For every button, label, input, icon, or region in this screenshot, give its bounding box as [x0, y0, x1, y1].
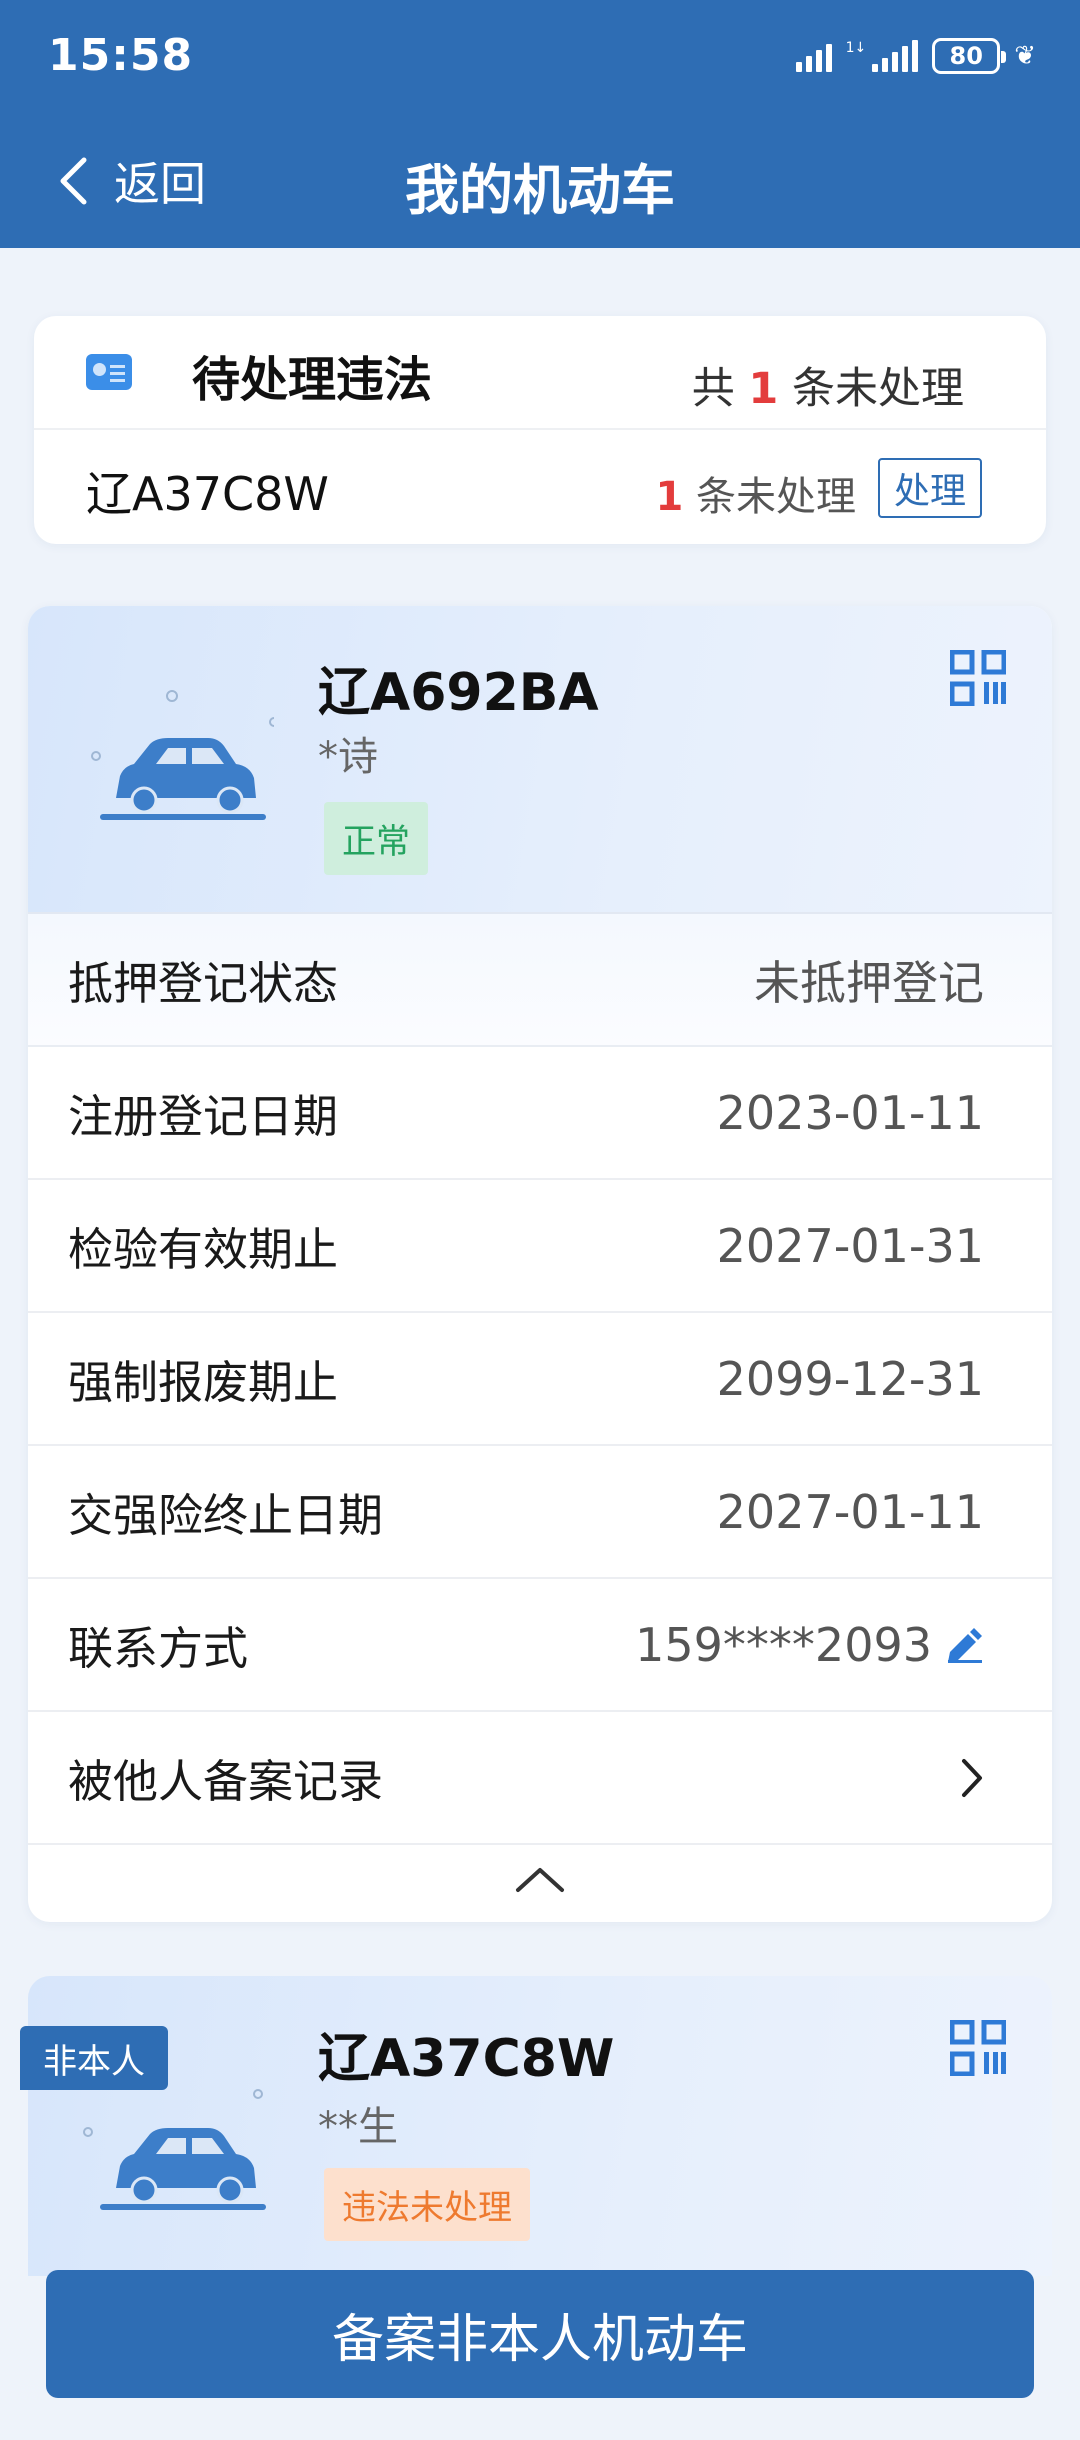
status-time: 15:58: [48, 30, 194, 81]
pending-total-suffix: 条未处理: [792, 364, 964, 414]
battery-icon: 80: [932, 38, 1007, 74]
register-other-vehicle-button[interactable]: 备案非本人机动车: [46, 2270, 1034, 2398]
row-value: 2027-01-31: [716, 1218, 984, 1273]
edit-icon[interactable]: [944, 1626, 984, 1664]
row-value: 未抵押登记: [754, 955, 984, 1010]
row-label: 注册登记日期: [68, 1090, 339, 1143]
vehicle-owner: **生: [318, 2104, 398, 2150]
phone-number: 159****2093: [635, 1617, 932, 1672]
status-icons: 1↓ 80 ❦: [795, 38, 1036, 74]
qr-code-icon[interactable]: [950, 650, 1006, 706]
chevron-up-icon: [516, 1868, 564, 1892]
handle-button[interactable]: 处理: [878, 458, 982, 518]
qr-code-icon[interactable]: [950, 2020, 1006, 2076]
page-title: 我的机动车: [405, 159, 675, 222]
row-label: 被他人备案记录: [68, 1755, 384, 1808]
row-label: 强制报废期止: [68, 1356, 339, 1409]
row-label: 交强险终止日期: [68, 1489, 384, 1542]
filing-records-row[interactable]: 被他人备案记录: [28, 1712, 1052, 1845]
pending-header-row: 待处理违法 共 1 条未处理: [34, 316, 1046, 430]
mortgage-status-row: 抵押登记状态 未抵押登记: [28, 914, 1052, 1047]
row-value: 2027-01-11: [716, 1484, 984, 1539]
contact-value: 159****2093: [635, 1618, 984, 1672]
vehicle-owner: *诗: [318, 734, 378, 780]
pending-title: 待处理违法: [192, 352, 433, 408]
power-saving-icon: ❦: [1014, 41, 1036, 71]
app-header: 15:58 1↓ 80 ❦ 返回 我的机动车: [0, 0, 1080, 248]
pending-count-number: 1: [655, 474, 684, 520]
scrap-date-row: 强制报废期止 2099-12-31: [28, 1313, 1052, 1446]
pending-total-prefix: 共: [691, 364, 735, 414]
collapse-button[interactable]: [28, 1850, 1052, 1910]
row-value: 2023-01-11: [716, 1085, 984, 1140]
car-icon: [91, 690, 274, 820]
vehicle-summary[interactable]: 辽A692BA *诗 正常: [28, 606, 1052, 914]
insurance-expiry-row: 交强险终止日期 2027-01-11: [28, 1446, 1052, 1579]
registration-date-row: 注册登记日期 2023-01-11: [28, 1047, 1052, 1180]
status-badge: 正常: [324, 802, 428, 875]
inspection-expiry-row: 检验有效期止 2027-01-31: [28, 1180, 1052, 1313]
row-value: 2099-12-31: [716, 1351, 984, 1406]
pending-total: 共 1 条未处理: [692, 354, 964, 416]
vehicle-plate: 辽A692BA: [318, 663, 599, 723]
signal-icon-2: 1↓: [846, 40, 919, 72]
row-label: 抵押登记状态: [68, 957, 339, 1010]
vehicle-plate: 辽A37C8W: [318, 2029, 615, 2089]
contact-row: 联系方式 159****2093: [28, 1579, 1052, 1712]
pending-total-count: 1: [748, 364, 779, 414]
vehicle-card-2[interactable]: 辽A37C8W **生 违法未处理: [28, 1976, 1052, 2276]
row-label: 检验有效期止: [68, 1223, 339, 1276]
violation-badge: 违法未处理: [324, 2168, 530, 2241]
pending-violations-card: 待处理违法 共 1 条未处理 辽A37C8W 1 条未处理 处理: [34, 316, 1046, 544]
signal-icon: [795, 40, 832, 72]
chevron-right-icon: [962, 1758, 982, 1797]
not-owner-tag: 非本人: [20, 2026, 168, 2090]
pending-count: 1 条未处理: [655, 464, 856, 522]
pending-count-suffix: 条未处理: [696, 474, 856, 520]
id-card-icon: [86, 354, 132, 390]
vehicle-card: 辽A692BA *诗 正常 抵押登记状态 未抵押登记 注册登记日期 2023-0…: [28, 606, 1052, 1922]
row-label: 联系方式: [68, 1622, 249, 1675]
battery-level: 80: [949, 42, 983, 70]
pending-plate: 辽A37C8W: [86, 467, 329, 521]
